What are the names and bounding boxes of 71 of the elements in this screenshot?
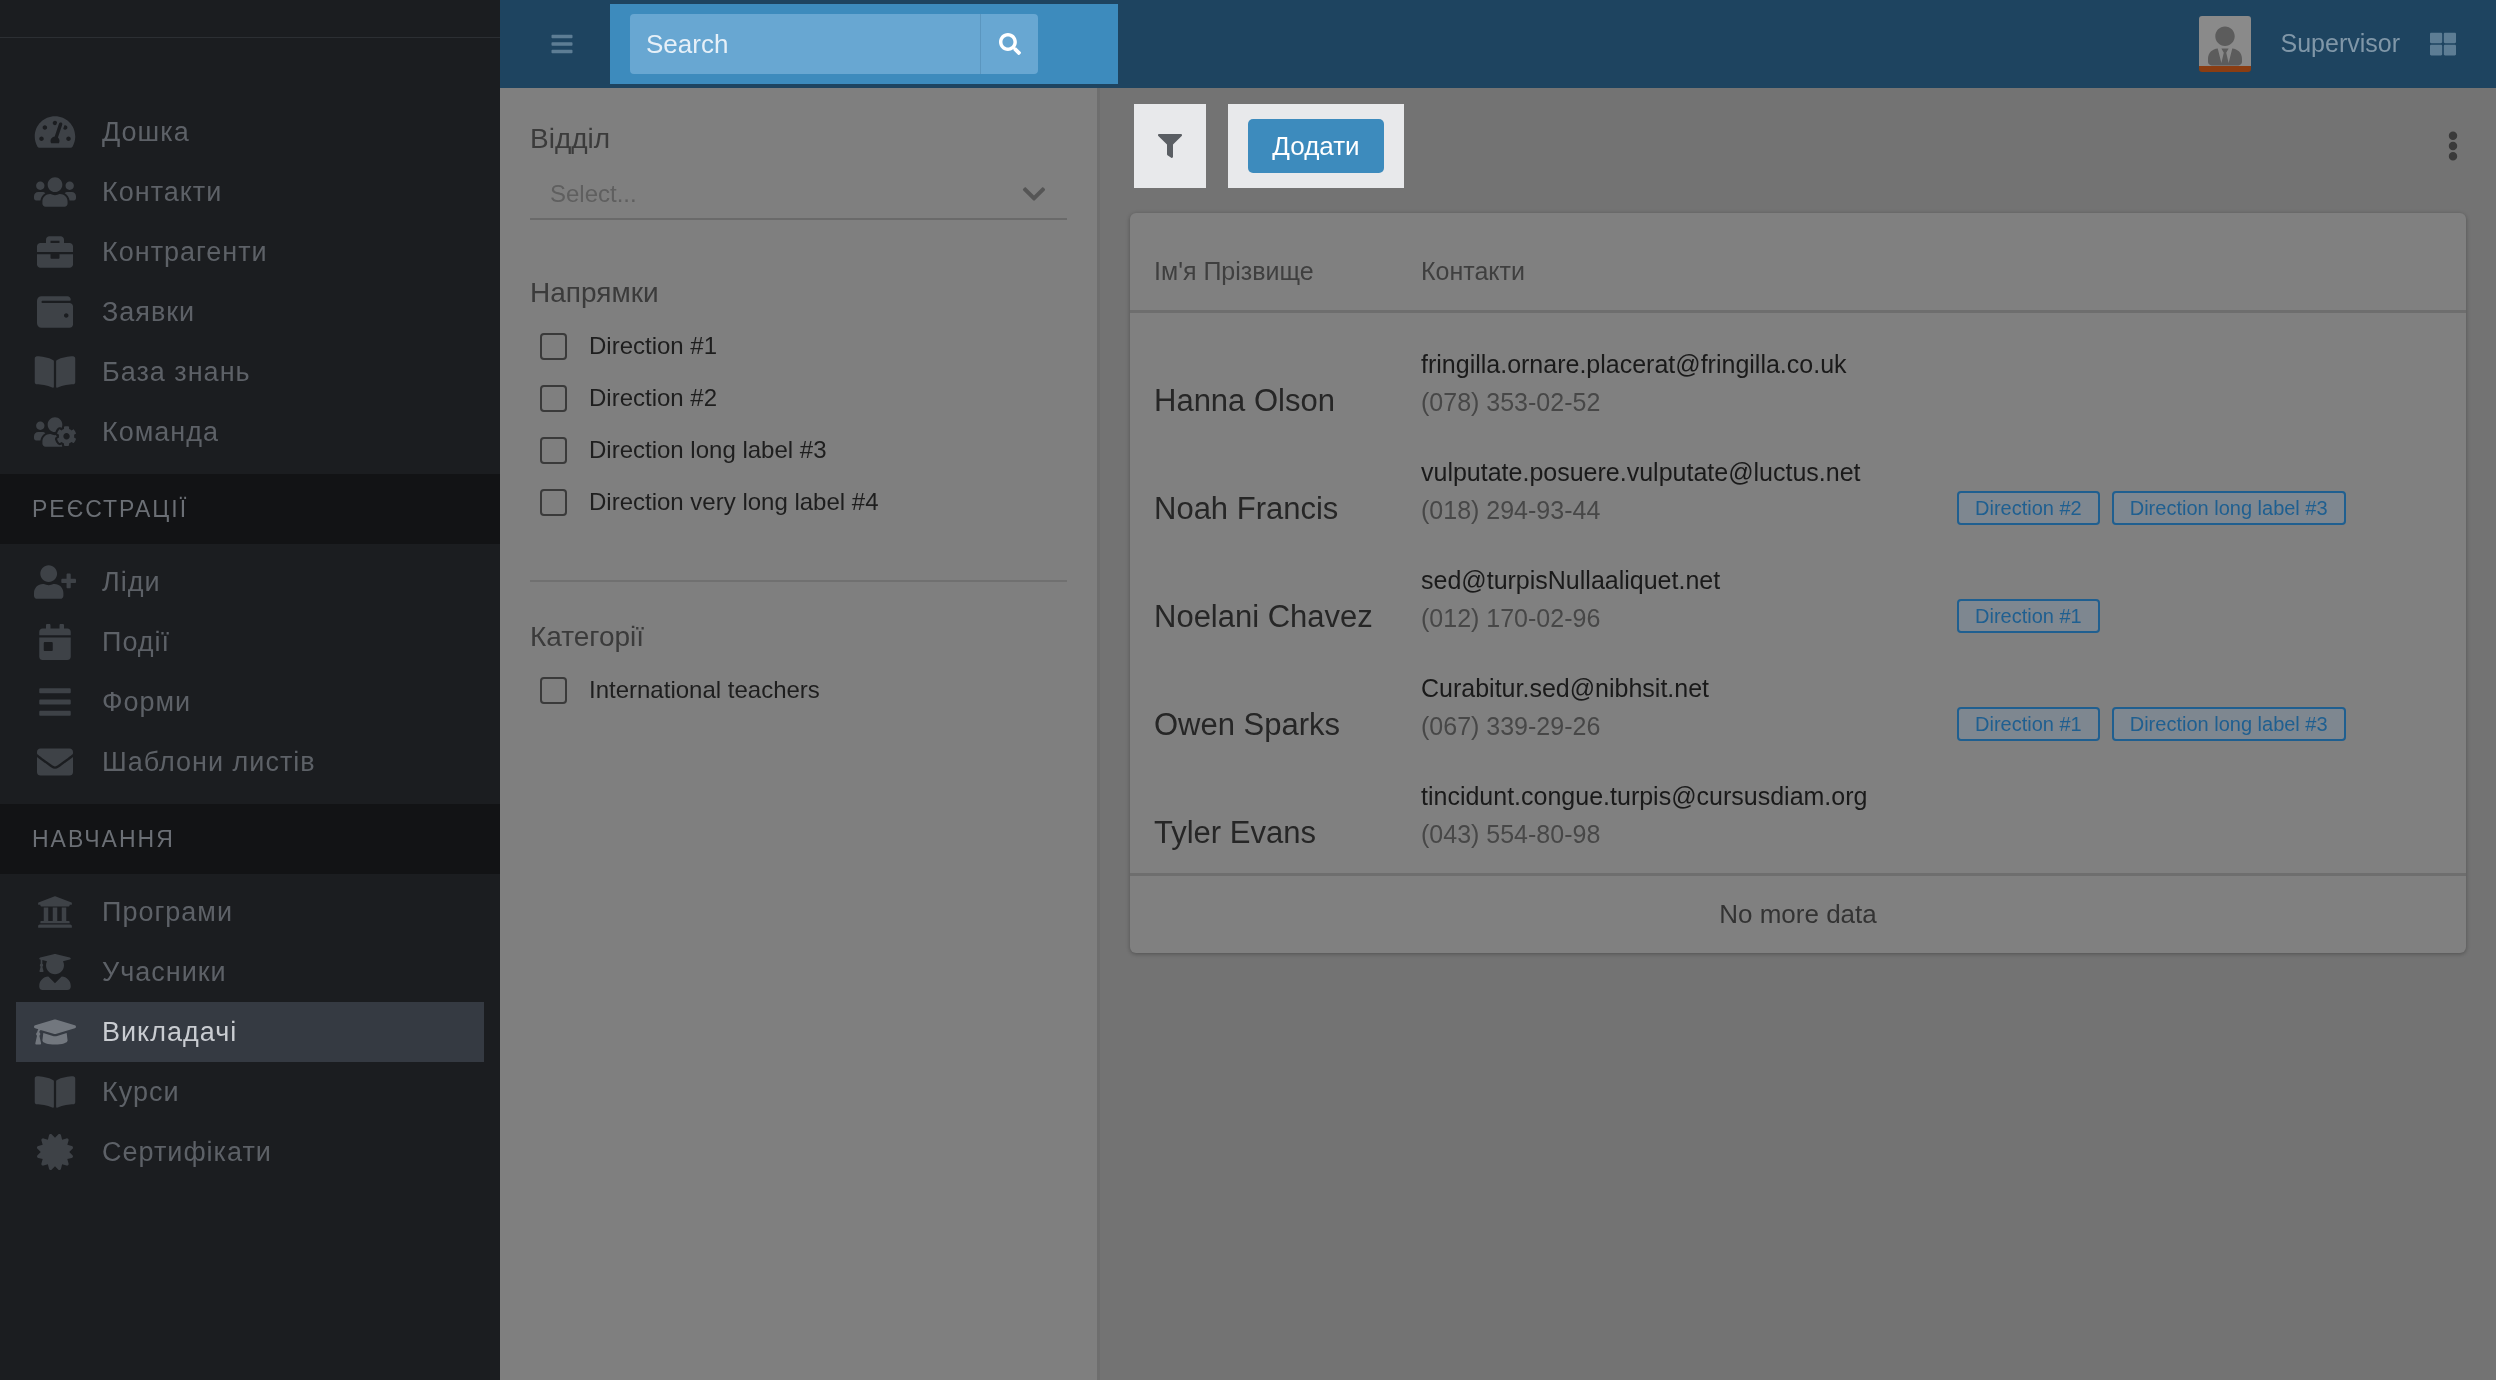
direction-tag: Direction long label #3 <box>2111 707 2346 741</box>
avatar[interactable] <box>2198 16 2251 72</box>
sidebar-item[interactable]: Команда <box>16 402 484 462</box>
sidebar-item[interactable]: Шаблони листів <box>16 732 484 792</box>
apps-grid-icon[interactable] <box>2430 31 2456 57</box>
name-cell-text: Owen Sparks <box>1154 706 1342 744</box>
name-cell-text: Noelani Chavez <box>1154 598 1374 636</box>
filter-heading: Напрямки <box>530 276 660 310</box>
sidebar-item[interactable]: Ліди <box>16 552 484 612</box>
checkbox-label: International teachers <box>589 675 820 705</box>
team-gear-icon <box>34 414 76 450</box>
gauge-icon <box>34 114 76 150</box>
checkbox[interactable] <box>540 676 567 704</box>
sidebar-item[interactable]: Курси <box>16 1062 484 1122</box>
checkbox-label: Direction long label #3 <box>589 435 827 465</box>
sidebar-item[interactable]: Заявки <box>16 282 484 342</box>
wallet-icon <box>34 294 76 330</box>
sidebar-item[interactable]: Контакти <box>16 162 484 222</box>
column-header: Контакти <box>1421 255 1525 287</box>
sidebar-item[interactable]: Форми <box>16 672 484 732</box>
sidebar-item[interactable]: Програми <box>16 882 484 942</box>
user-name[interactable]: Supervisor <box>2280 25 2400 63</box>
checkbox-label: Direction very long label #4 <box>589 487 879 517</box>
briefcase-icon <box>34 234 76 270</box>
sidebar-item[interactable]: База знань <box>16 342 484 402</box>
direction-tag: Direction #2 <box>1957 491 2100 525</box>
email-text: Curabitur.sed@nibhsit.net <box>1421 673 1711 704</box>
direction-tag: Direction #1 <box>1957 599 2100 633</box>
checkbox-label: Direction #2 <box>589 383 718 413</box>
phone-text: (043) 554-80-98 <box>1421 819 1602 850</box>
table-footer: No more data <box>1130 873 2466 953</box>
sidebar-item[interactable]: Контрагенти <box>16 222 484 282</box>
name-cell-text: Tyler Evans <box>1154 814 1317 852</box>
checkbox-label: Direction #1 <box>589 331 718 361</box>
sidebar-item[interactable]: Сертифікати <box>16 1122 484 1182</box>
email-text: sed@turpisNullaaliquet.net <box>1421 565 1722 596</box>
section-header: РЕЄСТРАЦІЇ <box>0 474 500 544</box>
badge-icon <box>34 1134 76 1170</box>
checkbox[interactable] <box>540 332 567 360</box>
checkbox[interactable] <box>540 384 567 412</box>
search-icon <box>998 33 1021 55</box>
phone-text: (067) 339-29-26 <box>1421 711 1602 742</box>
filter-heading: Відділ <box>530 122 612 156</box>
filter-icon[interactable] <box>1158 134 1182 158</box>
email-text: tincidunt.congue.turpis@cursusdiam.org <box>1421 781 1869 812</box>
book-icon <box>34 354 76 390</box>
sidebar-item[interactable]: Дошка <box>16 102 484 162</box>
search-field[interactable]: Search <box>630 14 980 74</box>
add-button[interactable]: Додати <box>1248 119 1384 173</box>
sidebar-item[interactable]: Викладачі <box>16 1002 484 1062</box>
people-icon <box>34 174 76 210</box>
direction-tag: Direction long label #3 <box>2111 491 2346 525</box>
sidebar-item[interactable]: Події <box>16 612 484 672</box>
phone-text: (078) 353-02-52 <box>1421 387 1602 418</box>
sidebar-item[interactable]: Учасники <box>16 942 484 1002</box>
email-text: fringilla.ornare.placerat@fringilla.co.uk <box>1421 349 1848 380</box>
column-header: Ім'я Прізвище <box>1154 255 1315 287</box>
filter-heading: Категорії <box>530 620 646 654</box>
user-plus-icon <box>34 564 76 600</box>
menu-icon[interactable] <box>550 32 574 56</box>
name-cell-text: Hanna Olson <box>1154 382 1336 420</box>
checkbox[interactable] <box>540 436 567 464</box>
email-text: vulputate.posuere.vulputate@luctus.net <box>1421 457 1862 488</box>
name-cell-text: Noah Francis <box>1154 490 1340 528</box>
phone-text: (012) 170-02-96 <box>1421 603 1602 634</box>
book-icon <box>34 1074 76 1110</box>
checkbox[interactable] <box>540 488 567 516</box>
direction-tag: Direction #1 <box>1957 707 2100 741</box>
search-button[interactable] <box>980 14 1038 74</box>
section-header: НАВЧАННЯ <box>0 804 500 874</box>
phone-text: (018) 294-93-44 <box>1421 495 1602 526</box>
